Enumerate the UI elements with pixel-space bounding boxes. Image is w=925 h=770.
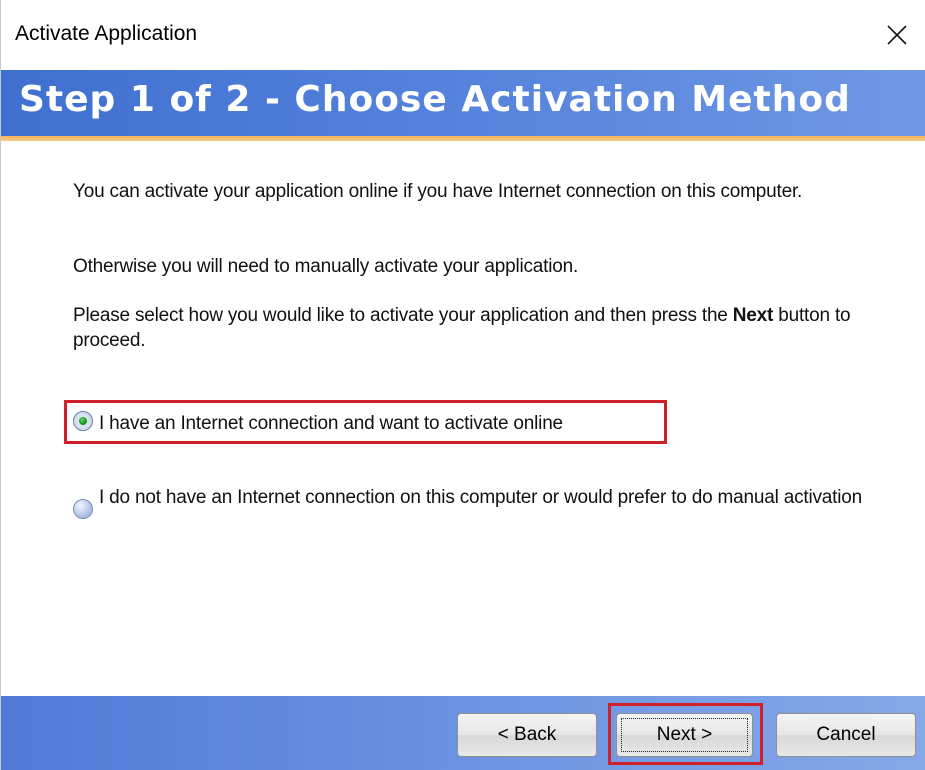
cancel-button-label: Cancel [816,724,876,745]
back-button-label: < Back [497,724,557,745]
step-heading: Step 1 of 2 - Choose Activation Method [19,79,851,120]
next-button-highlight [608,703,763,765]
title-bar: Activate Application [1,0,925,70]
cancel-button[interactable]: Cancel [776,713,916,757]
option-manual[interactable]: I do not have an Internet connection on … [73,485,914,519]
manual-radio-button[interactable] [73,499,93,519]
manual-option-label[interactable]: I do not have an Internet connection on … [99,485,914,510]
button-bar: < Back Next > Cancel [1,696,925,770]
manual-note-paragraph: Otherwise you will need to manually acti… [73,256,579,277]
instruction-next-bold: Next [732,305,774,326]
instruction-paragraph: Please select how you would like to acti… [73,303,923,353]
instruction-text-start: Please select how you would like to acti… [73,305,733,326]
intro-paragraph: You can activate your application online… [73,181,803,202]
back-button[interactable]: < Back [457,713,597,757]
window-title: Activate Application [15,22,198,45]
close-button[interactable] [868,0,925,70]
activate-application-dialog: Activate Application Step 1 of 2 - Choos… [0,0,925,770]
step-banner: Step 1 of 2 - Choose Activation Method [1,70,925,136]
close-icon [887,25,907,45]
online-option-highlight [64,400,667,444]
